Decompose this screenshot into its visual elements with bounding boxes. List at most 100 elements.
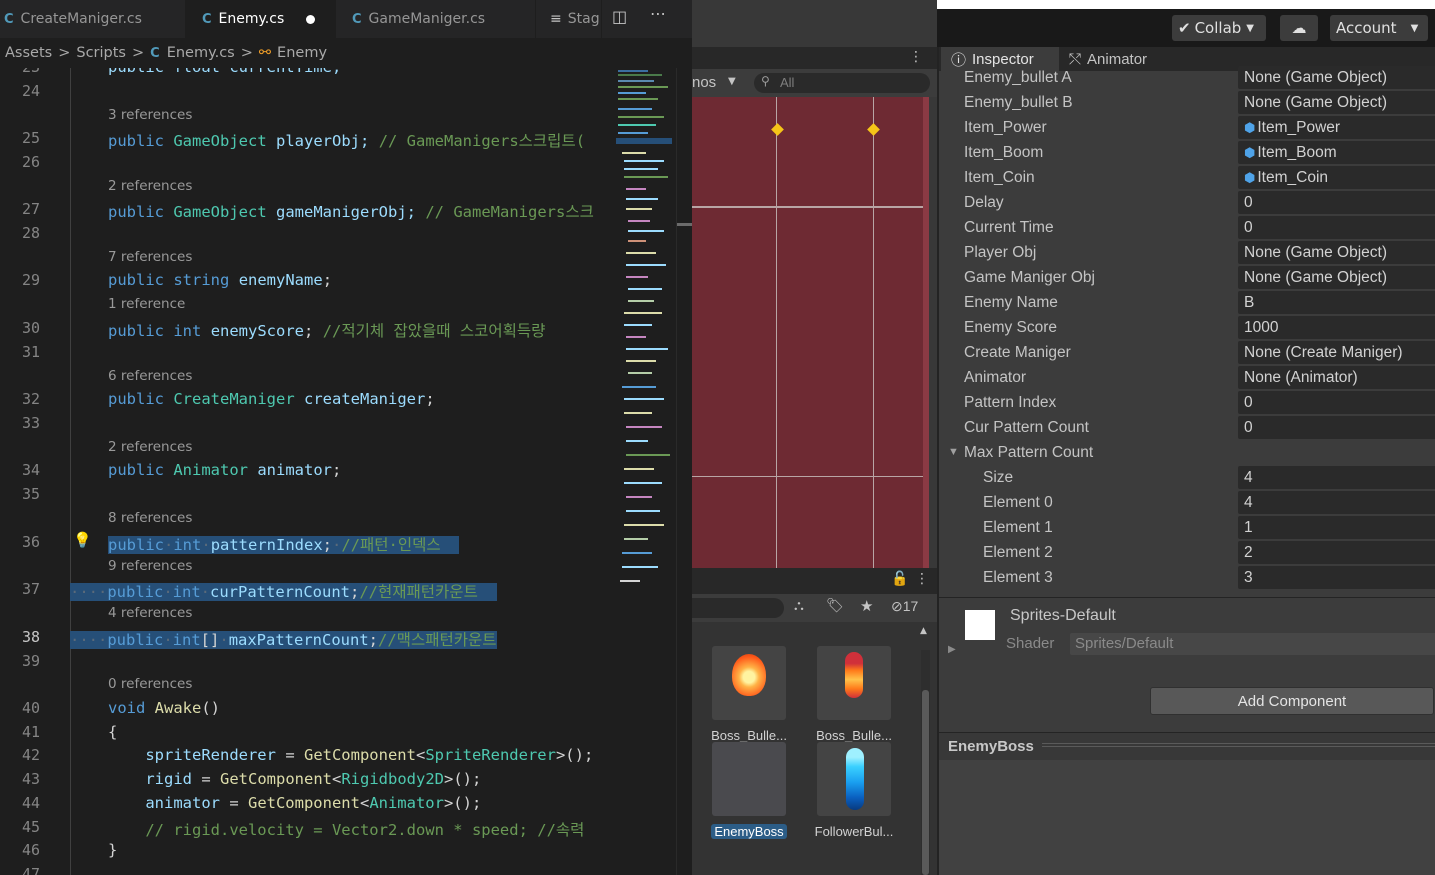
unsaved-dot-icon[interactable] bbox=[306, 14, 316, 24]
more-actions-icon[interactable]: ⋯ bbox=[650, 4, 666, 23]
filter-type-icon[interactable]: ⛬ bbox=[794, 598, 804, 614]
asset-label: Boss_Bulle... bbox=[816, 728, 892, 743]
codelens-references[interactable]: 1 reference bbox=[108, 296, 185, 312]
asset-label: EnemyBoss bbox=[711, 824, 787, 839]
asset-thumbnail bbox=[712, 646, 786, 720]
number-field[interactable]: 0 bbox=[1238, 416, 1435, 439]
codelens-references[interactable]: 4 references bbox=[108, 605, 192, 621]
kebab-menu-icon[interactable]: ⋮ bbox=[909, 49, 923, 65]
object-field[interactable]: None (Create Maniger) bbox=[1238, 341, 1435, 364]
codelens-references[interactable]: 3 references bbox=[108, 107, 192, 123]
asset-item[interactable]: Boss_Bulle... bbox=[809, 646, 899, 743]
tab-enemy[interactable]: C Enemy.cs bbox=[186, 0, 336, 38]
project-scrollbar[interactable]: ▲ bbox=[920, 626, 930, 875]
vertical-scrollbar[interactable] bbox=[676, 68, 692, 875]
drag-handle[interactable] bbox=[1042, 743, 1435, 747]
number-field[interactable]: 0 bbox=[1238, 216, 1435, 239]
property-label: Enemy_bullet A bbox=[964, 69, 1072, 86]
scrollbar-thumb[interactable] bbox=[677, 223, 692, 226]
number-field[interactable]: 0 bbox=[1238, 391, 1435, 414]
object-field[interactable]: ⬢ Item_Boom bbox=[1238, 141, 1435, 164]
preview-header[interactable]: EnemyBoss bbox=[939, 732, 1435, 760]
breadcrumb: Assets > Scripts > C Enemy.cs > ⚯ Enemy bbox=[0, 38, 692, 68]
scene-search-input[interactable]: ⚲ All bbox=[754, 73, 930, 93]
spawn-point-icon[interactable] bbox=[867, 123, 880, 136]
number-field[interactable]: 2 bbox=[1238, 541, 1435, 564]
object-field[interactable]: None (Game Object) bbox=[1238, 91, 1435, 114]
codelens-references[interactable]: 6 references bbox=[108, 368, 192, 384]
cloud-button[interactable]: ☁ bbox=[1280, 15, 1318, 41]
tab-createmaniger[interactable]: C CreateManiger.cs bbox=[0, 0, 186, 38]
code-line: animator = GetComponent<Animator>(); bbox=[145, 794, 482, 812]
code-line: void Awake() bbox=[108, 699, 221, 717]
csharp-file-icon: C bbox=[150, 45, 160, 61]
codelens-references[interactable]: 0 references bbox=[108, 676, 192, 692]
lightbulb-icon[interactable]: 💡 bbox=[73, 531, 92, 549]
lock-icon[interactable]: 🔓 bbox=[891, 571, 908, 587]
object-field[interactable]: None (Game Object) bbox=[1238, 241, 1435, 264]
codelens-references[interactable]: 2 references bbox=[108, 178, 192, 194]
breadcrumb-symbol[interactable]: Enemy bbox=[277, 45, 327, 61]
asset-item[interactable]: FollowerBul... bbox=[809, 742, 899, 839]
object-field-value: Item_Coin bbox=[1257, 169, 1329, 186]
add-component-button[interactable]: Add Component bbox=[1150, 687, 1434, 715]
scene-toolbar: nos ▼ ⚲ All bbox=[692, 69, 937, 97]
property-label: Cur Pattern Count bbox=[964, 419, 1089, 436]
code-line: } bbox=[108, 841, 118, 859]
property-delay: Delay 0 bbox=[939, 190, 1435, 215]
chevron-down-icon[interactable]: ▼ bbox=[728, 76, 736, 87]
collab-label: Collab bbox=[1194, 19, 1242, 37]
breadcrumb-scripts[interactable]: Scripts bbox=[76, 45, 126, 61]
object-field[interactable]: None (Game Object) bbox=[1238, 266, 1435, 289]
number-field[interactable]: 3 bbox=[1238, 566, 1435, 589]
object-field[interactable]: ⬢ Item_Coin bbox=[1238, 166, 1435, 189]
array-size: Size 4 bbox=[939, 465, 1435, 490]
foldout-arrow-icon[interactable]: ▼ bbox=[948, 446, 959, 458]
breadcrumb-assets[interactable]: Assets bbox=[5, 45, 52, 61]
split-editor-icon[interactable]: ◫ bbox=[612, 7, 627, 26]
object-field[interactable]: None (Game Object) bbox=[1238, 66, 1435, 89]
breadcrumb-file[interactable]: Enemy.cs bbox=[167, 45, 235, 61]
label-tag-icon[interactable]: 🏷 bbox=[826, 598, 844, 614]
object-field[interactable]: None (Animator) bbox=[1238, 366, 1435, 389]
shader-dropdown[interactable]: Sprites/Default bbox=[1070, 633, 1435, 655]
codelens-references[interactable]: 9 references bbox=[108, 558, 192, 574]
number-field[interactable]: 1000 bbox=[1238, 316, 1435, 339]
material-swatch[interactable] bbox=[965, 610, 995, 640]
project-search-input[interactable] bbox=[692, 598, 784, 618]
codelens-references[interactable]: 8 references bbox=[108, 510, 192, 526]
object-field[interactable]: ⬢ Item_Power bbox=[1238, 116, 1435, 139]
codelens-references[interactable]: 7 references bbox=[108, 249, 192, 265]
line-number: 27 bbox=[21, 200, 40, 218]
line-number: 29 bbox=[21, 271, 40, 289]
code-area[interactable]: 23 24 25 26 27 28 29 30 31 32 33 34 35 3… bbox=[0, 68, 610, 875]
eye-slash-icon: ⊘ bbox=[891, 598, 903, 614]
scroll-up-icon[interactable]: ▲ bbox=[920, 626, 927, 636]
minimap[interactable] bbox=[612, 68, 676, 588]
gizmos-dropdown[interactable]: nos bbox=[692, 74, 716, 91]
number-field[interactable]: 1 bbox=[1238, 516, 1435, 539]
asset-item[interactable]: Boss_Bulle... bbox=[704, 646, 794, 743]
property-label: Element 0 bbox=[983, 494, 1053, 511]
scrollbar-thumb[interactable] bbox=[922, 690, 929, 875]
hidden-count[interactable]: ⊘17 bbox=[891, 598, 918, 615]
tab-stage[interactable]: ≡ Stag bbox=[536, 0, 602, 38]
number-field[interactable]: 4 bbox=[1238, 491, 1435, 514]
collab-button[interactable]: ✔ Collab ▼ bbox=[1172, 15, 1266, 41]
number-field[interactable]: 0 bbox=[1238, 191, 1435, 214]
account-button[interactable]: Account ▼ bbox=[1330, 15, 1428, 41]
spawn-point-icon[interactable] bbox=[771, 123, 784, 136]
favorite-star-icon[interactable]: ★ bbox=[860, 597, 873, 615]
number-field[interactable]: 4 bbox=[1238, 466, 1435, 489]
text-field[interactable]: B bbox=[1238, 291, 1435, 314]
array-foldout-max-pattern-count[interactable]: ▼ Max Pattern Count bbox=[939, 440, 1435, 465]
asset-item-selected[interactable]: EnemyBoss bbox=[704, 742, 794, 842]
scene-view[interactable] bbox=[692, 97, 929, 568]
tab-gamemaniger[interactable]: C GameManiger.cs bbox=[336, 0, 536, 38]
property-label: Animator bbox=[964, 369, 1027, 386]
code-editor-pane: C CreateManiger.cs C Enemy.cs C GameMani… bbox=[0, 0, 692, 875]
kebab-menu-icon[interactable]: ⋮ bbox=[915, 571, 929, 587]
code-comment: //패턴·인덱스 bbox=[341, 536, 441, 554]
codelens-references[interactable]: 2 references bbox=[108, 439, 192, 455]
foldout-arrow-icon[interactable]: ▶ bbox=[948, 644, 956, 655]
